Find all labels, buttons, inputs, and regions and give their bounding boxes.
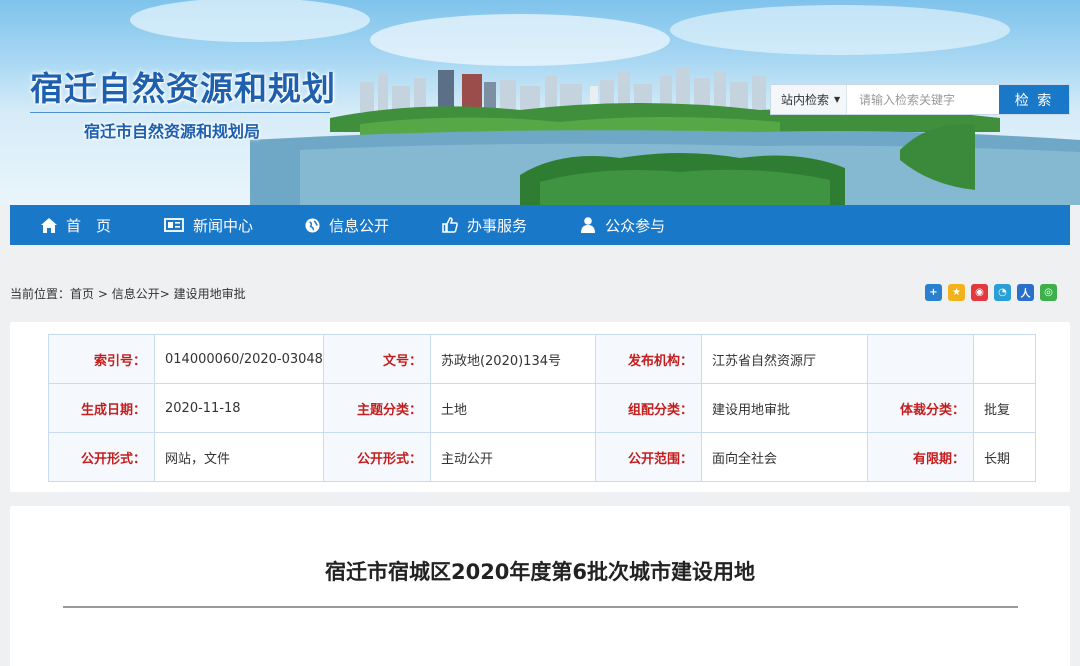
search-button[interactable]: 检 索 [999,85,1069,114]
caret-down-icon: ▼ [834,95,841,104]
document-metadata-panel: 索引号： 014000060/2020-03048 文号： 苏政地(2020)1… [10,322,1070,492]
table-row: 生成日期： 2020-11-18 主题分类： 土地 组配分类： 建设用地审批 体… [48,383,1036,433]
site-subtitle: 宿迁市自然资源和规划局 [84,122,261,141]
nav-item-participation[interactable]: 公众参与 [579,205,665,245]
plus-share-icon[interactable]: + [925,284,942,301]
title-divider [63,606,1018,608]
nav-label: 首 页 [66,216,112,235]
meta-key: 索引号： [48,334,155,384]
meta-key: 体裁分类： [866,383,974,433]
meta-value: 苏政地(2020)134号 [429,334,596,384]
meta-key: 生成日期： [48,383,155,433]
nav-item-disclosure[interactable]: 信息公开 [303,205,389,245]
breadcrumb-prefix: 当前位置： [10,287,71,301]
search-scope-label: 站内检索 [781,93,830,107]
weibo-icon[interactable]: ◉ [971,284,988,301]
meta-key [866,334,974,384]
nav-label: 公众参与 [605,216,666,235]
nav-item-home[interactable]: 首 页 [40,205,111,245]
breadcrumb-separator: > [159,287,174,301]
meta-key: 发布机构： [594,334,702,384]
meta-value: 江苏省自然资源厅 [700,334,868,384]
meta-value [972,334,1036,384]
breadcrumb-home[interactable]: 首页 [70,287,94,301]
tencent-weibo-icon[interactable]: ◔ [994,284,1011,301]
breadcrumb: 当前位置：首页 > 信息公开> 建设用地审批 [10,285,246,302]
nav-item-news[interactable]: 新闻中心 [163,205,253,245]
meta-key: 公开范围： [594,432,702,482]
meta-value: 网站，文件 [154,432,324,482]
table-row: 索引号： 014000060/2020-03048 文号： 苏政地(2020)1… [48,334,1036,384]
user-icon [579,216,597,234]
meta-value: 面向全社会 [700,432,868,482]
meta-value: 土地 [429,383,596,433]
breadcrumb-separator: > [94,287,112,301]
nav-label: 信息公开 [329,216,390,235]
article-panel: 宿迁市宿城区2020年度第6批次城市建设用地 [10,506,1070,666]
meta-value: 长期 [972,432,1036,482]
meta-key: 主题分类： [322,383,431,433]
search-scope-select[interactable]: 站内检索 ▼ [771,85,847,114]
table-row: 公开形式： 网站，文件 公开形式： 主动公开 公开范围： 面向全社会 有限期： … [48,432,1036,482]
breadcrumb-current[interactable]: 建设用地审批 [174,287,246,301]
article-title: 宿迁市宿城区2020年度第6批次城市建设用地 [324,560,756,584]
nav-label: 办事服务 [467,216,528,235]
meta-value: 建设用地审批 [700,383,868,433]
metadata-table: 索引号： 014000060/2020-03048 文号： 苏政地(2020)1… [48,334,1036,482]
qzone-icon[interactable]: ★ [948,284,965,301]
main-nav: 首 页 新闻中心 信息公开 办事服务 公众参与 [10,205,1070,245]
wechat-icon[interactable]: ◎ [1040,284,1057,301]
meta-value: 主动公开 [429,432,596,482]
breadcrumb-disclosure[interactable]: 信息公开 [112,287,160,301]
meta-key: 公开形式： [322,432,431,482]
title-divider [30,112,330,113]
news-icon [163,216,185,234]
nav-item-services[interactable]: 办事服务 [441,205,527,245]
thumbs-up-icon [441,216,459,234]
site-title: 宿迁自然资源和规划 [30,69,336,108]
renren-icon[interactable]: 人 [1017,284,1034,301]
globe-icon [303,216,321,234]
meta-key: 公开形式： [48,432,155,482]
meta-key: 组配分类： [594,383,702,433]
site-banner: 宿迁自然资源和规划 宿迁市自然资源和规划局 站内检索 ▼ 检 索 [0,0,1080,205]
meta-value: 014000060/2020-03048 [154,334,324,384]
meta-value: 批复 [972,383,1036,433]
search-input[interactable] [847,85,999,114]
site-search: 站内检索 ▼ 检 索 [770,84,1070,115]
nav-label: 新闻中心 [193,216,254,235]
meta-key: 文号： [322,334,431,384]
meta-key: 有限期： [866,432,974,482]
share-bar: + ★ ◉ ◔ 人 ◎ [925,284,1057,301]
home-icon [40,216,58,234]
meta-value: 2020-11-18 [154,383,324,433]
